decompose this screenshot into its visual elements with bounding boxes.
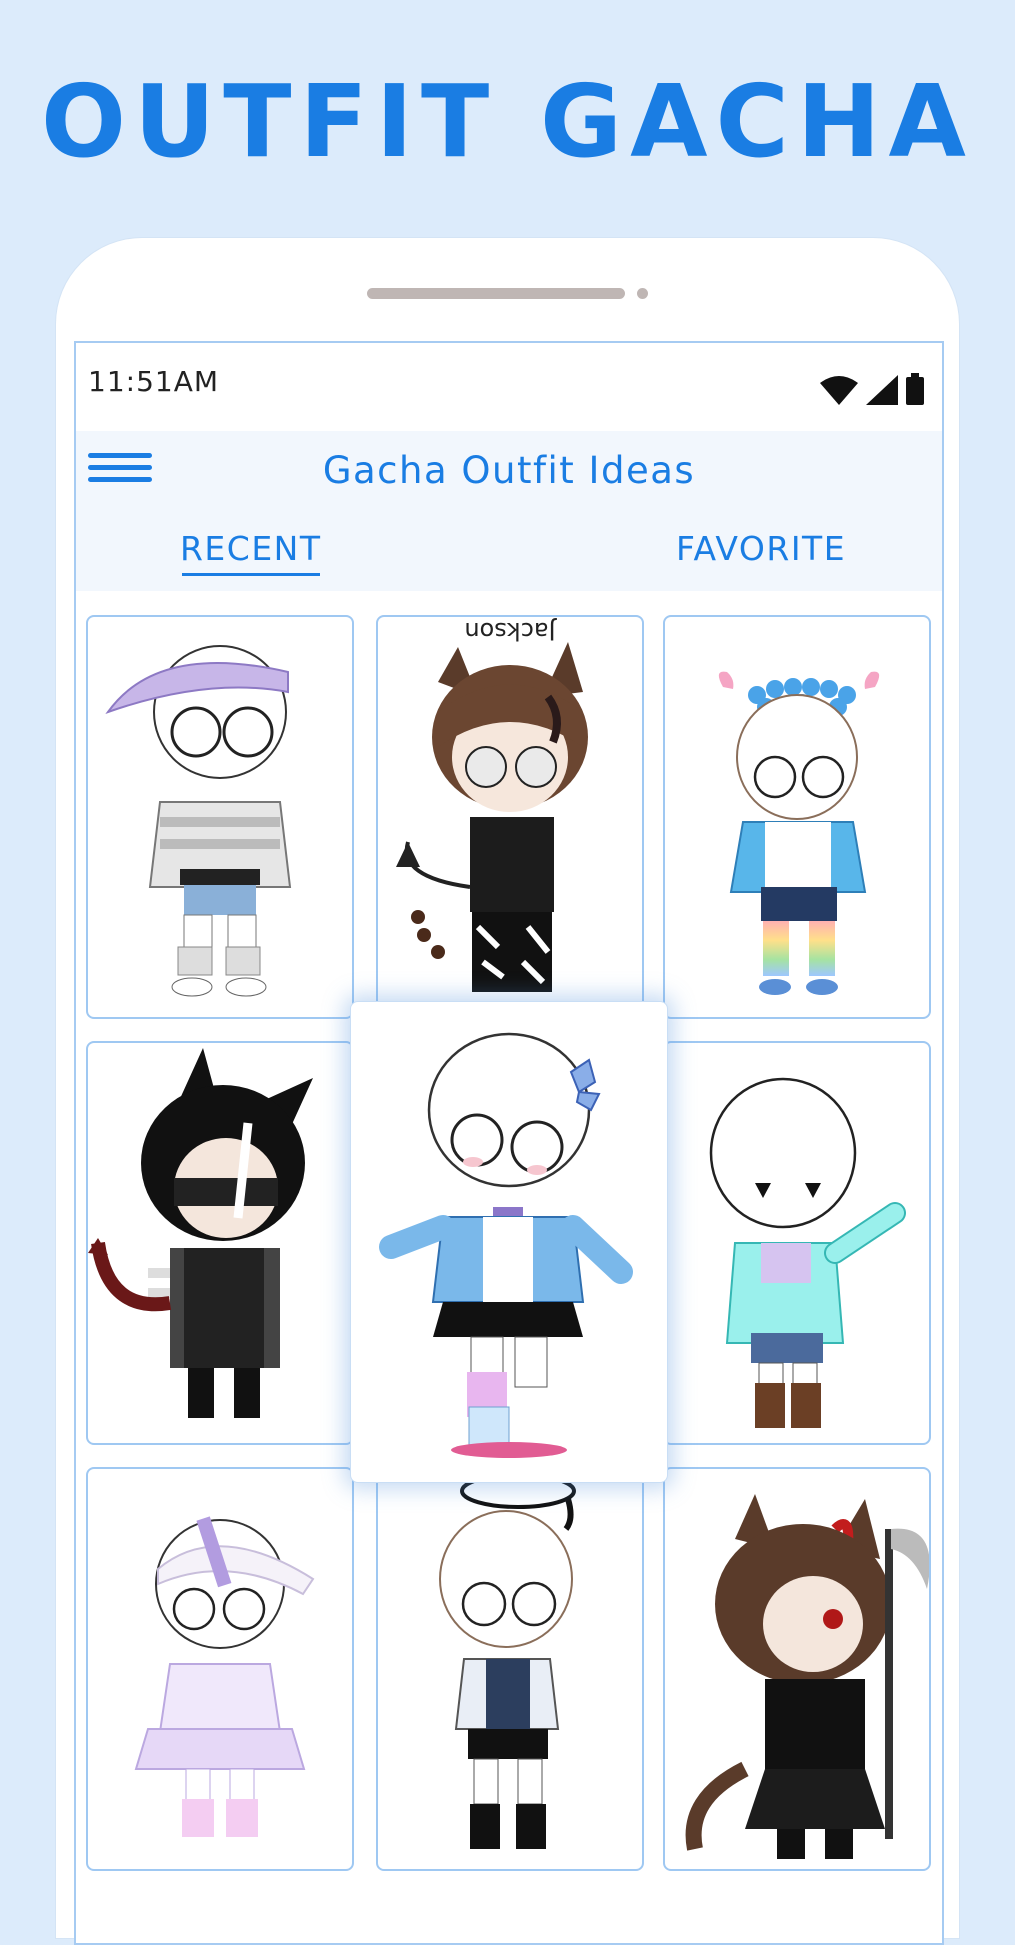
status-icons [820,373,924,405]
outfit-grid: Jackson [76,591,942,1943]
outfit-card[interactable] [376,1467,644,1871]
tab-favorite[interactable]: FAVORITE [676,529,846,568]
outfit-card[interactable] [663,1041,931,1445]
tab-recent[interactable]: RECENT [180,529,322,576]
outfit-card[interactable] [663,1467,931,1871]
app-bar: Gacha Outfit Ideas [76,431,942,511]
app-screen: 11:51AM Gacha Outfit Ideas RECENT FAVORI… [74,341,944,1945]
outfit-card[interactable]: Jackson [376,615,644,1019]
signal-icon [866,375,898,405]
outfit-image [88,1048,313,1418]
outfit-image [709,1077,906,1428]
tab-bar: RECENT FAVORITE [76,511,942,591]
status-bar: 11:51AM [76,343,942,431]
outfit-image [439,1473,576,1849]
outfit-card[interactable] [86,1041,354,1445]
phone-frame: 11:51AM Gacha Outfit Ideas RECENT FAVORI… [56,238,959,1945]
outfit-card[interactable] [663,615,931,1019]
outfit-card[interactable] [86,1467,354,1871]
promo-title: OUTFIT GACHA [41,63,974,180]
battery-icon [906,373,924,405]
wifi-icon [820,376,858,405]
outfit-image [134,1516,315,1837]
outfit-card-selected[interactable] [350,1001,668,1483]
status-time: 11:51AM [88,365,220,398]
outfit-image [379,1032,633,1458]
outfit-image [718,671,880,995]
outfit-image [396,642,588,992]
outfit-image [685,1494,929,1859]
phone-camera [637,288,648,299]
phone-speaker [367,288,625,299]
outfit-caption: Jackson [464,617,556,645]
outfit-card[interactable] [86,615,354,1019]
app-title: Gacha Outfit Ideas [322,449,696,492]
outfit-image [105,645,292,997]
